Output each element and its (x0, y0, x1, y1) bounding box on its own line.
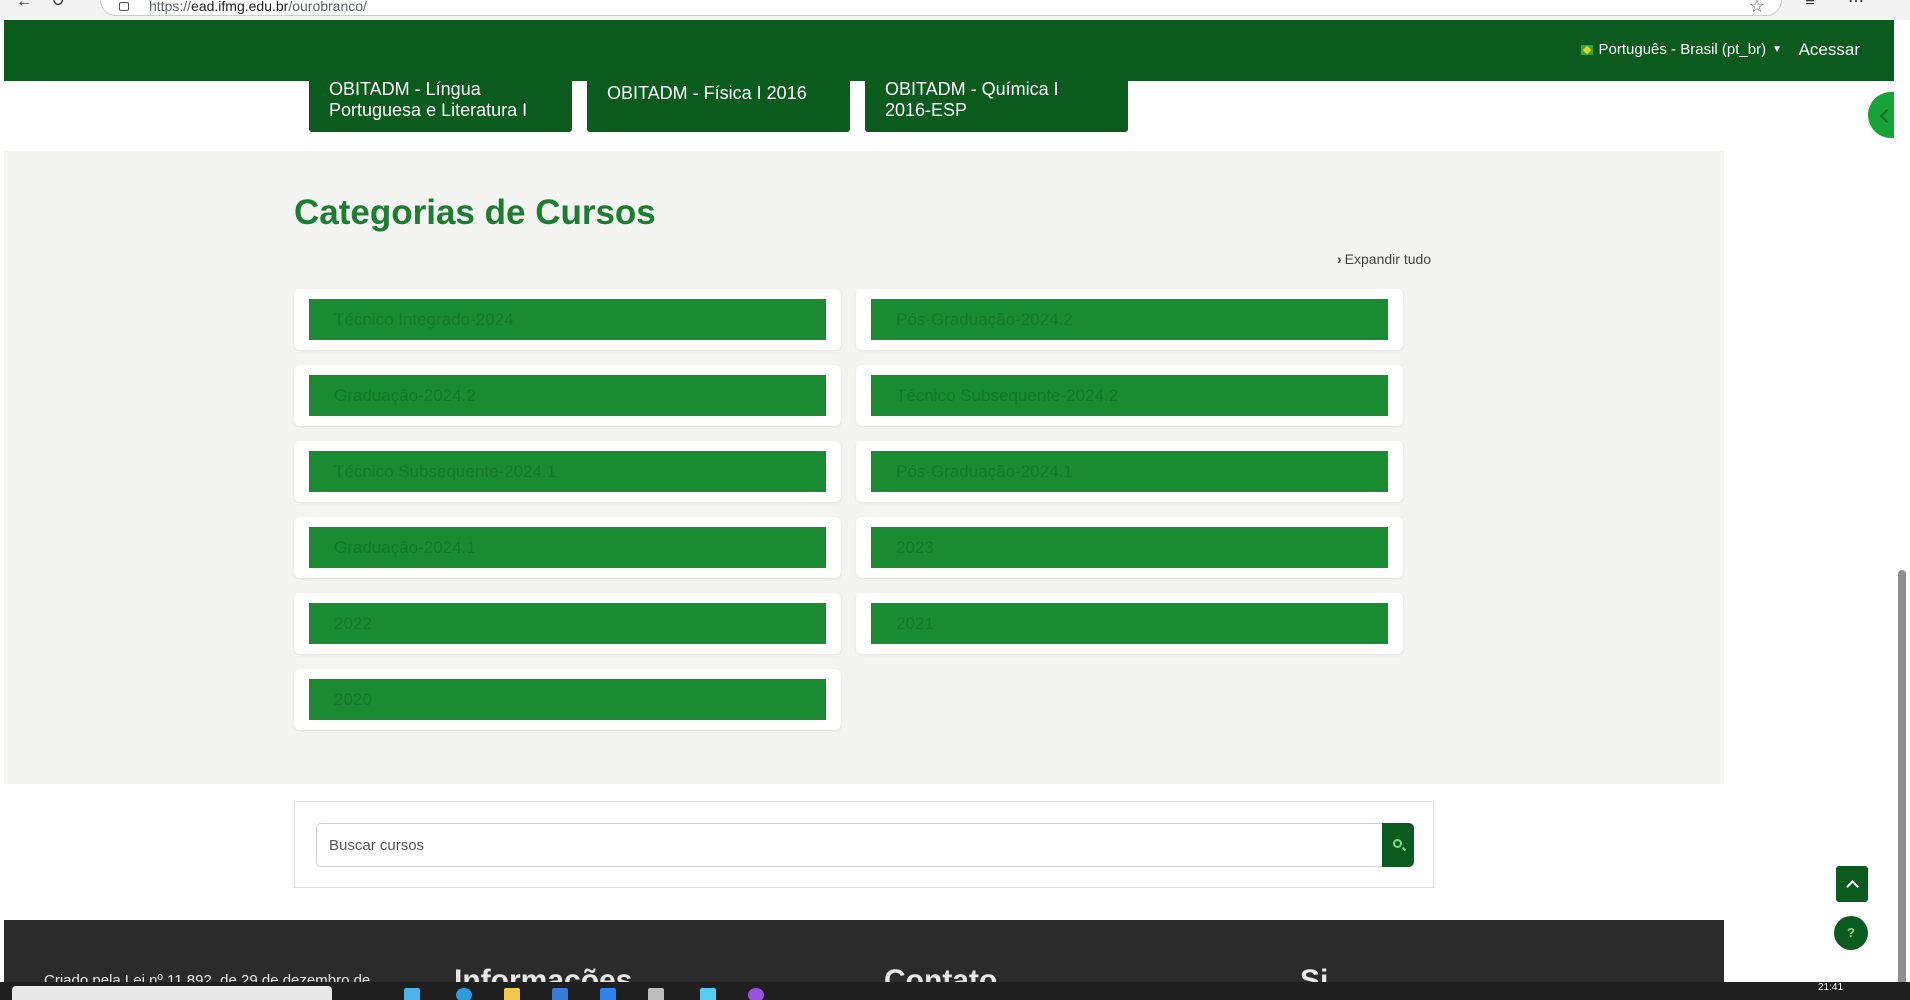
taskbar-app-icon[interactable] (648, 988, 664, 1000)
chevron-right-icon: › (1337, 251, 1342, 267)
search-courses-input[interactable] (316, 823, 1386, 867)
footer-heading-info: Informações (454, 964, 633, 982)
taskbar-app-icon[interactable] (600, 988, 616, 1000)
course-tile[interactable]: OBITADM - Língua Portuguesa e Literatura… (309, 81, 572, 132)
category-link[interactable]: Pós-Graduação-2024.2 (871, 299, 1388, 340)
language-flag-icon (1580, 44, 1593, 55)
search-button[interactable] (1382, 823, 1414, 867)
taskbar-app-icon[interactable] (552, 988, 568, 1000)
language-selector[interactable]: Português - Brasil (pt_br) ▼ (1580, 41, 1782, 58)
site-footer: Criado pela Lei nº 11.892, de 29 de deze… (4, 920, 1724, 982)
expand-all-link[interactable]: › Expandir tudo (1337, 251, 1431, 267)
category-link[interactable]: 2021 (871, 603, 1388, 644)
address-bar[interactable]: https://ead.ifmg.edu.br/ourobranco/ ☆ (100, 0, 1782, 16)
url-text: https://ead.ifmg.edu.br/ourobranco/ (149, 0, 367, 14)
page-scrollbar[interactable] (1894, 20, 1910, 990)
course-tile-title: 2016-ESP (885, 100, 968, 120)
category-link[interactable]: 2020 (309, 679, 826, 720)
taskbar-app-icon[interactable] (700, 988, 716, 1000)
category-link[interactable]: Pós-Graduação-2024.1 (871, 451, 1388, 492)
taskbar-app-icon[interactable] (456, 988, 472, 1000)
taskbar-search[interactable] (12, 986, 332, 1000)
os-taskbar: 21:41 (0, 982, 1910, 1000)
course-tile-title: Portuguesa e Literatura I (329, 100, 528, 120)
expand-all-label: Expandir tudo (1344, 251, 1432, 267)
bookmark-star-icon[interactable]: ☆ (1749, 0, 1765, 15)
category-card: 2020 (294, 669, 841, 730)
footer-about-text: Criado pela Lei nº 11.892, de 29 de deze… (44, 972, 371, 982)
reload-icon[interactable]: ↻ (48, 0, 68, 12)
category-card: Pós-Graduação-2024.2 (856, 289, 1403, 350)
category-link[interactable]: Graduação-2024.1 (309, 527, 826, 568)
category-link[interactable]: Técnico Subsequente-2024.1 (309, 451, 826, 492)
category-card: 2023 (856, 517, 1403, 578)
categories-title: Categorias de Cursos (294, 193, 656, 232)
category-card: 2021 (856, 593, 1403, 654)
search-icon (1393, 839, 1402, 848)
footer-heading-other: Si (1300, 964, 1329, 982)
taskbar-app-icon[interactable] (748, 988, 764, 1000)
category-card: Técnico Subsequente-2024.1 (294, 441, 841, 502)
course-tile[interactable]: OBITADM - Química I 2016-ESP (865, 81, 1128, 132)
taskbar-app-icon[interactable] (404, 988, 420, 1000)
category-link[interactable]: Graduação-2024.2 (309, 375, 826, 416)
course-tile[interactable]: OBITADM - Física I 2016 (587, 81, 850, 132)
category-card: Graduação-2024.1 (294, 517, 841, 578)
footer-heading-contact: Contato (884, 964, 998, 982)
categories-section: Categorias de Cursos › Expandir tudo Técn… (4, 151, 1724, 784)
site-info-icon[interactable] (119, 2, 129, 11)
category-link[interactable]: 2023 (871, 527, 1388, 568)
language-label: Português - Brasil (pt_br) (1598, 41, 1767, 58)
site-navbar: Português - Brasil (pt_br) ▼ Acessar (4, 20, 1894, 81)
course-tile-title: OBITADM - Química I (885, 81, 1059, 99)
taskbar-app-icon[interactable] (504, 988, 520, 1000)
category-card: Graduação-2024.2 (294, 365, 841, 426)
category-card: Técnico Integrado-2024 (294, 289, 841, 350)
browser-toolbar: ← ↻ https://ead.ifmg.edu.br/ourobranco/ … (0, 0, 1910, 20)
category-card: Pós-Graduação-2024.1 (856, 441, 1403, 502)
course-tile-title: OBITADM - Língua (329, 81, 481, 99)
course-tile-title: OBITADM - Física I 2016 (607, 83, 807, 103)
more-menu-icon[interactable]: ⋯ (1846, 0, 1866, 12)
back-to-top-button[interactable] (1836, 866, 1868, 902)
back-icon[interactable]: ← (14, 0, 34, 12)
reading-list-icon[interactable]: ≡ (1800, 0, 1820, 12)
category-card: Técnico Subsequente-2024.2 (856, 365, 1403, 426)
course-tiles-strip: OBITADM - Língua Portuguesa e Literatura… (4, 81, 1724, 151)
chevron-down-icon: ▼ (1772, 44, 1782, 55)
category-link[interactable]: Técnico Integrado-2024 (309, 299, 826, 340)
help-button[interactable]: ? (1834, 916, 1868, 950)
course-search-panel (294, 801, 1434, 888)
category-link[interactable]: 2022 (309, 603, 826, 644)
taskbar-clock: 21:41 (1818, 982, 1844, 993)
login-link[interactable]: Acessar (1799, 40, 1860, 60)
scrollbar-thumb[interactable] (1898, 570, 1906, 990)
category-card: 2022 (294, 593, 841, 654)
category-link[interactable]: Técnico Subsequente-2024.2 (871, 375, 1388, 416)
